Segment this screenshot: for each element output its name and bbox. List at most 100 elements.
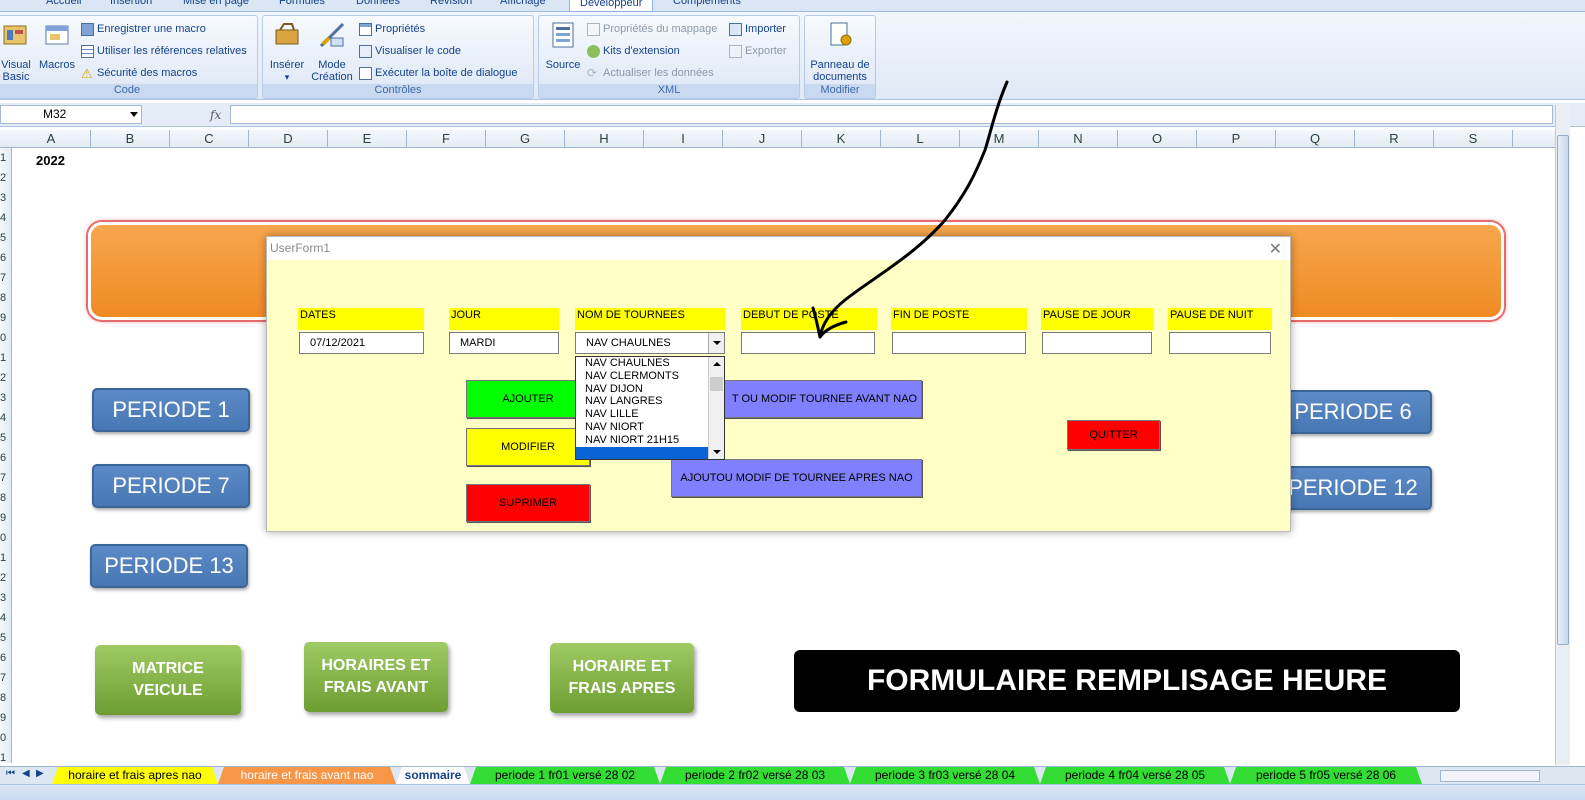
modifier-button[interactable]: MODIFIER (466, 428, 590, 466)
source-button[interactable]: Source (543, 20, 583, 71)
expansion-packs-button[interactable]: Kits d'extension (587, 42, 680, 60)
modif-avant-nao-button[interactable]: T OU MODIF TOURNEE AVANT NAO (707, 380, 922, 418)
chevron-down-icon[interactable] (708, 333, 724, 353)
export-button[interactable]: Exporter (729, 42, 787, 60)
periode-7-button[interactable]: PERIODE 7 (92, 464, 250, 508)
row-header[interactable]: 7 (0, 272, 11, 284)
tab-insertion[interactable]: Insertion (110, 0, 152, 11)
col-header[interactable]: P (1197, 130, 1276, 148)
col-header[interactable]: N (1039, 130, 1118, 148)
tournees-combobox[interactable]: NAV CHAULNES (575, 332, 725, 354)
row-header[interactable]: 4 (0, 212, 11, 224)
col-header[interactable]: C (170, 130, 249, 148)
col-header[interactable]: I (644, 130, 723, 148)
row-header[interactable]: 7 (0, 472, 11, 484)
scrollbar-thumb[interactable] (1557, 135, 1569, 645)
dropdown-scrollbar[interactable] (708, 357, 724, 459)
row-header[interactable]: 2 (0, 172, 11, 184)
sheet-tab[interactable]: periode 2 fr02 versé 28 03 (660, 767, 850, 784)
design-mode-button[interactable]: Mode Création (309, 20, 355, 83)
matrice-veicule-button[interactable]: MATRICE VEICULE (95, 645, 241, 715)
tab-mise-en-page[interactable]: Mise en page (183, 0, 249, 11)
periode-12-button[interactable]: PERIODE 12 (1274, 466, 1432, 510)
list-item[interactable]: NAV DIJON (576, 383, 724, 396)
row-header[interactable]: 3 (0, 592, 11, 604)
row-header[interactable]: 0 (0, 332, 11, 344)
name-box[interactable]: M32 (0, 105, 142, 124)
list-item[interactable]: NAV LANGRES (576, 395, 724, 408)
sheet-tab[interactable]: horaire et frais avant nao (218, 767, 396, 784)
run-dialog-button[interactable]: Exécuter la boîte de dialogue (359, 64, 518, 82)
col-header[interactable]: D (249, 130, 328, 148)
col-header[interactable]: H (565, 130, 644, 148)
periode-13-button[interactable]: PERIODE 13 (90, 544, 248, 588)
horaires-avant-button[interactable]: HORAIRES ET FRAIS AVANT (304, 642, 448, 712)
row-header[interactable]: 8 (0, 692, 11, 704)
col-header[interactable]: B (91, 130, 170, 148)
row-header[interactable]: 6 (0, 452, 11, 464)
col-header[interactable]: F (407, 130, 486, 148)
list-item[interactable]: NAV LILLE (576, 408, 724, 421)
row-header[interactable]: 0 (0, 532, 11, 544)
tab-scroll-next-icon[interactable]: ▶ (36, 768, 44, 779)
refresh-data-button[interactable]: ⟳ Actualiser les données (587, 64, 714, 82)
macros-button[interactable]: Macros (37, 20, 77, 71)
col-header[interactable]: O (1118, 130, 1197, 148)
col-header[interactable]: L (881, 130, 960, 148)
row-header[interactable]: 5 (0, 432, 11, 444)
row-header[interactable]: 9 (0, 712, 11, 724)
dates-field[interactable]: 07/12/2021 (299, 332, 424, 354)
list-item-highlighted[interactable] (576, 446, 724, 459)
col-header[interactable]: G (486, 130, 565, 148)
horizontal-scrollbar[interactable] (1440, 770, 1540, 782)
row-header[interactable]: 1 (0, 752, 11, 763)
periode-1-button[interactable]: PERIODE 1 (92, 388, 250, 432)
col-header[interactable]: J (723, 130, 802, 148)
list-item[interactable]: NAV CLERMONTS (576, 370, 724, 383)
sheet-tab[interactable]: periode 4 fr04 versé 28 05 (1040, 767, 1230, 784)
formulaire-button[interactable]: FORMULAIRE REMPLISAGE HEURE (794, 650, 1460, 712)
pause-nuit-field[interactable] (1169, 332, 1271, 354)
row-header[interactable]: 2 (0, 572, 11, 584)
userform-titlebar[interactable]: UserForm1 ✕ (267, 237, 1290, 260)
col-header[interactable]: A (12, 130, 91, 148)
row-header[interactable]: 2 (0, 372, 11, 384)
row-header[interactable]: 4 (0, 412, 11, 424)
row-header[interactable]: 8 (0, 492, 11, 504)
pause-jour-field[interactable] (1042, 332, 1152, 354)
properties-button[interactable]: Propriétés (359, 20, 425, 38)
row-header[interactable]: 6 (0, 652, 11, 664)
tab-revision[interactable]: Révision (430, 0, 472, 11)
row-header[interactable]: 1 (0, 352, 11, 364)
row-header[interactable]: 0 (0, 732, 11, 744)
col-header[interactable]: Q (1276, 130, 1355, 148)
col-header[interactable]: R (1355, 130, 1434, 148)
list-item[interactable]: NAV NIORT (576, 421, 724, 434)
formula-input[interactable] (230, 105, 1553, 124)
sheet-tab[interactable]: periode 1 fr01 versé 28 02 (470, 767, 660, 784)
tab-complements[interactable]: Compléments (673, 0, 741, 11)
row-header[interactable]: 8 (0, 292, 11, 304)
close-icon[interactable]: ✕ (1269, 238, 1282, 261)
map-properties-button[interactable]: Propriétés du mappage (587, 20, 717, 38)
vertical-scrollbar[interactable] (1555, 105, 1570, 765)
tab-scroll-first-icon[interactable]: ⏮ (6, 768, 15, 779)
row-header[interactable]: 4 (0, 612, 11, 624)
col-header[interactable]: K (802, 130, 881, 148)
row-header[interactable]: 9 (0, 512, 11, 524)
visual-basic-button[interactable]: Visual Basic (0, 20, 33, 83)
sheet-tab[interactable]: periode 5 fr05 versé 28 06 (1230, 767, 1422, 784)
sheet-tab[interactable]: horaire et frais apres nao (52, 767, 218, 784)
periode-6-button[interactable]: PERIODE 6 (1274, 390, 1432, 434)
document-panel-button[interactable]: Panneau de documents (807, 20, 873, 83)
list-item[interactable]: NAV NIORT 21H15 (576, 434, 724, 447)
row-header[interactable]: 5 (0, 232, 11, 244)
tab-accueil[interactable]: Accueil (46, 0, 81, 11)
suprimer-button[interactable]: SUPRIMER (466, 484, 590, 522)
jour-field[interactable]: MARDI (449, 332, 559, 354)
row-header[interactable]: 6 (0, 252, 11, 264)
row-header[interactable]: 5 (0, 632, 11, 644)
row-header[interactable]: 1 (0, 152, 11, 164)
col-header[interactable]: E (328, 130, 407, 148)
macro-security-button[interactable]: ⚠ Sécurité des macros (81, 64, 197, 82)
